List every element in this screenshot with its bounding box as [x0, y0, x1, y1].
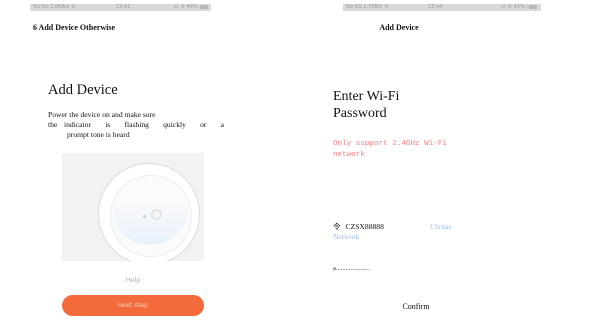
- wifi-icon: 令: [333, 222, 341, 231]
- status-time: 13:44: [428, 4, 443, 10]
- status-network-text: 5G·5G 1.0KB/s 令: [33, 4, 76, 10]
- battery-icon: [200, 5, 208, 9]
- page-title: Add Device: [48, 82, 118, 98]
- wifi-title-line1: Enter Wi-Fi: [333, 89, 400, 104]
- battery-icon: [529, 5, 537, 9]
- wifi-ssid: CZSX88888: [345, 222, 384, 231]
- wifi-network-row: 令 CZSX88888 Chrnas: [333, 222, 483, 232]
- section-heading: 6 Add Device Otherwise: [33, 23, 115, 32]
- status-bar-left: 5G·5G 1.0KB/s 令 13:41 ☷ 令 45% ▭: [30, 4, 211, 11]
- help-link[interactable]: Help: [62, 276, 204, 284]
- instructions-line1: Power the device on and make sure: [48, 110, 156, 119]
- device-illustration: [62, 153, 204, 261]
- status-network-text: 5G·5G 2.7KB/s 令: [346, 4, 389, 10]
- password-input[interactable]: a.....................: [333, 265, 370, 272]
- instructions-line2: indicator is flashing quickly or a: [64, 120, 224, 129]
- status-right-text: ☷ 令 45% ▭: [501, 4, 532, 10]
- next-step-button[interactable]: next step: [62, 295, 204, 316]
- wifi-title-line2: Password: [333, 106, 387, 121]
- wifi-warning-line1: Only support 2.4GHz Wi-Fi: [333, 140, 447, 148]
- indicator-light-icon: [151, 209, 162, 220]
- status-bar-right: 5G·5G 2.7KB/s 令 13:44 ☷ 令 45% ▭: [343, 4, 541, 11]
- instructions-line3: prompt tone is heard: [67, 130, 130, 139]
- change-network-link-line2[interactable]: Network: [333, 232, 483, 242]
- screen-title: Add Device: [379, 23, 419, 32]
- change-network-link[interactable]: Chrnas: [430, 222, 452, 232]
- wifi-warning-line2: network: [333, 151, 365, 159]
- indicator-dot-icon: [143, 215, 146, 218]
- status-time: 13:41: [116, 4, 131, 10]
- confirm-button[interactable]: Confirm: [388, 302, 444, 311]
